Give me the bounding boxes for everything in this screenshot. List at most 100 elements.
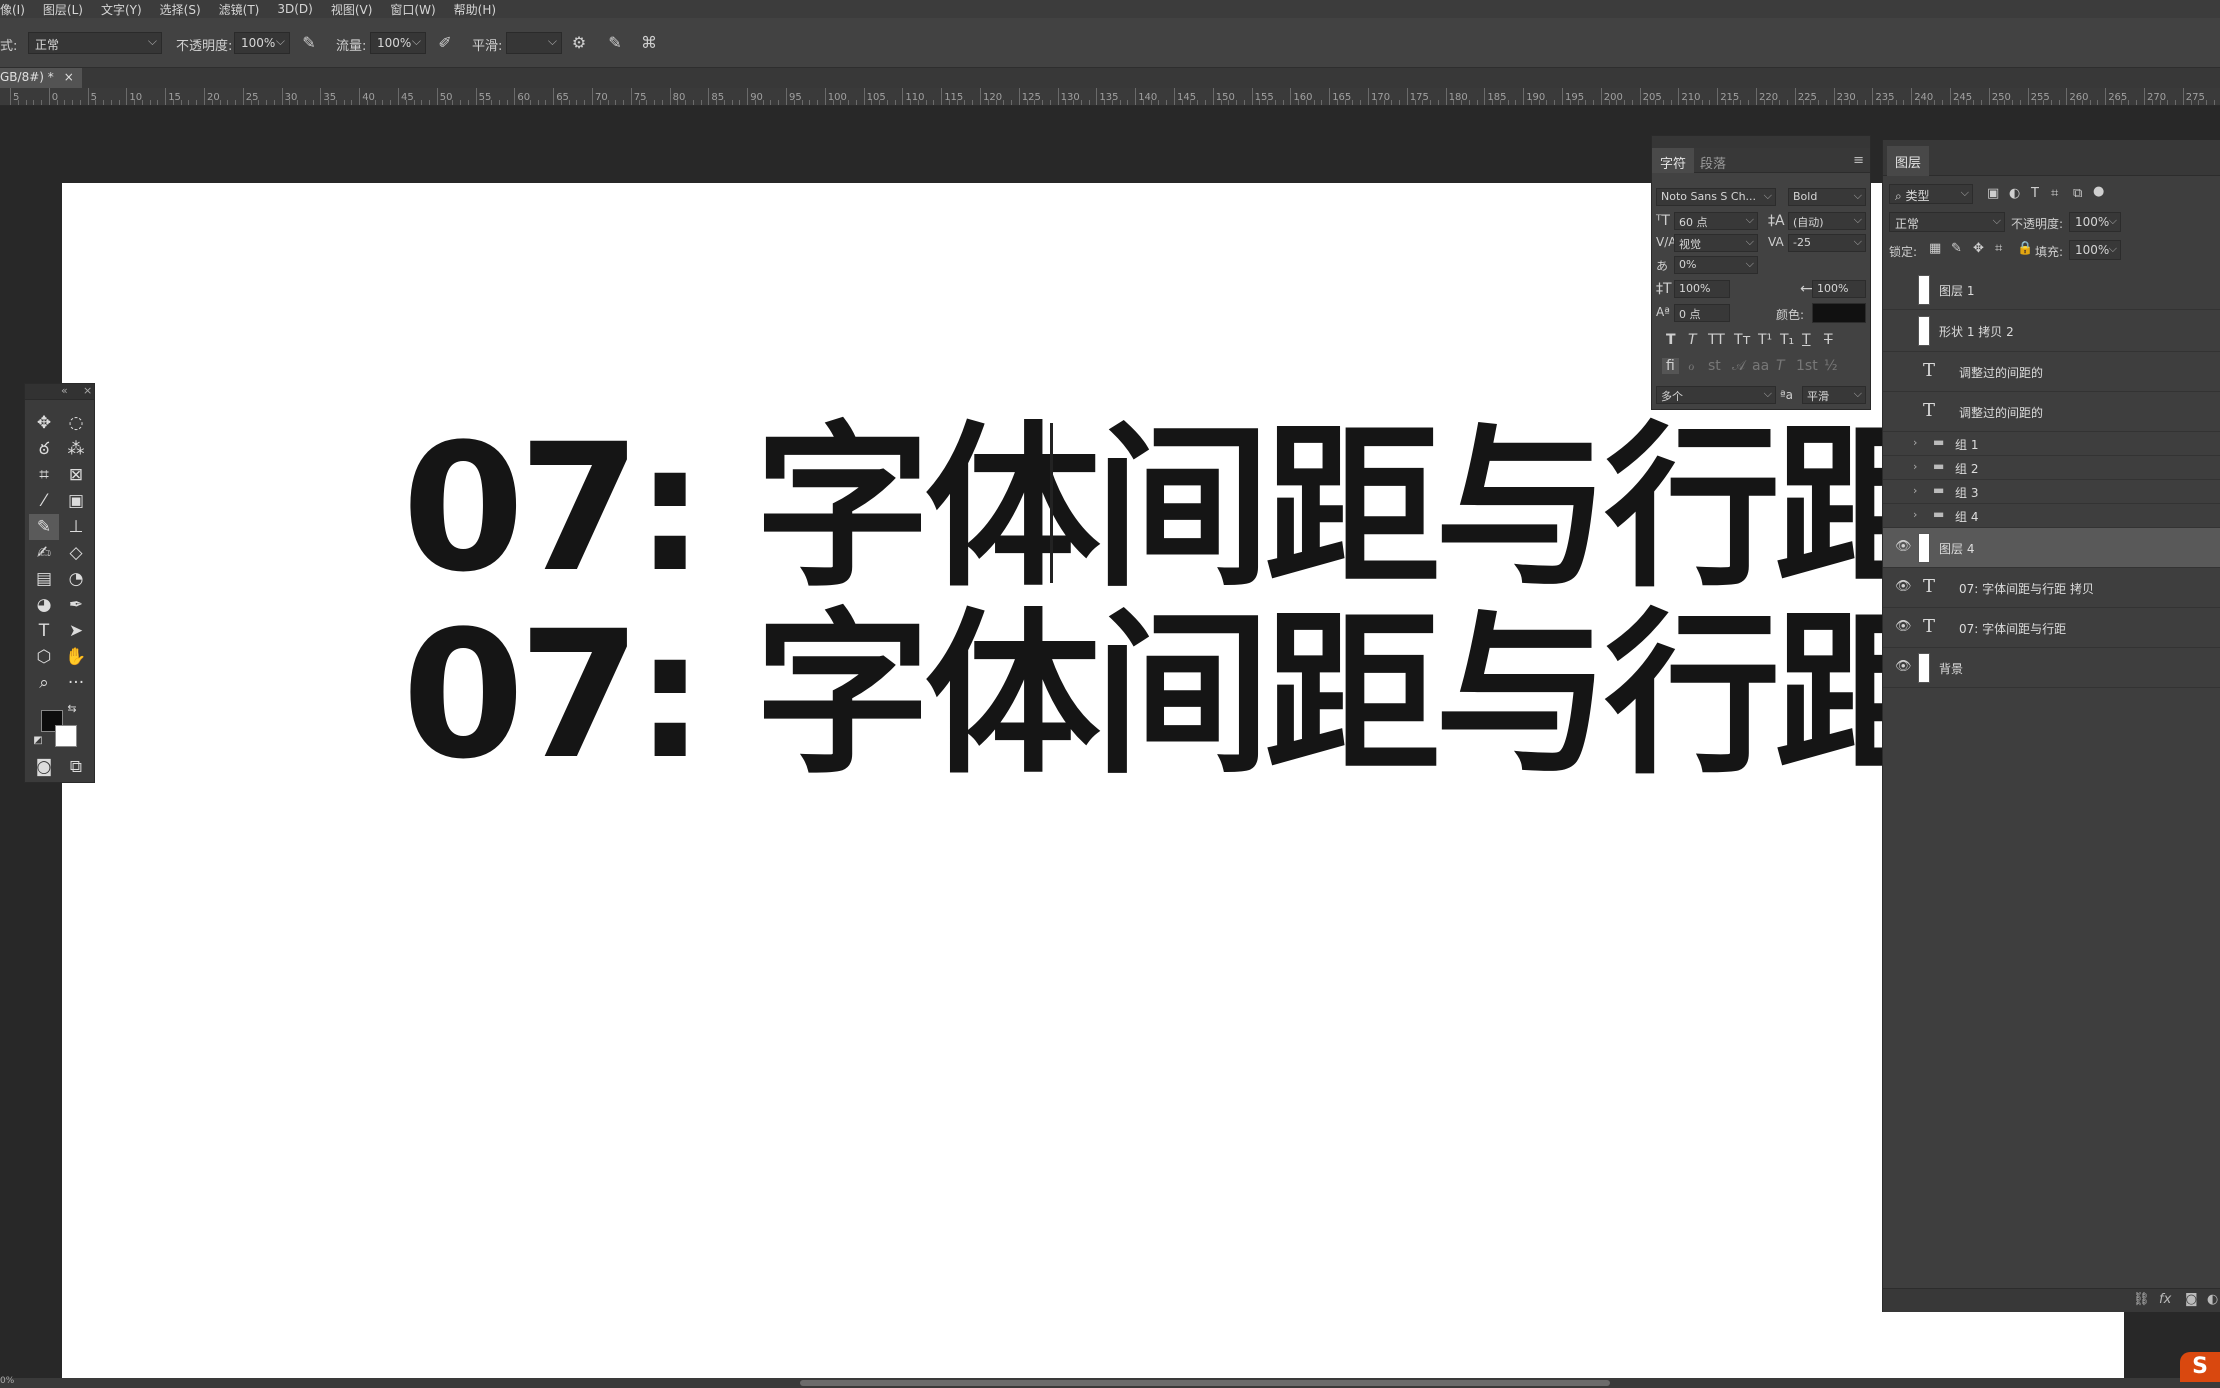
visibility-eye-icon[interactable]: 👁 [1895,619,1912,634]
horizontal-scale-input[interactable]: 100% [1812,280,1866,298]
layer-row[interactable]: › ▬ 组 2 [1883,456,2220,480]
tab-close-icon[interactable]: × [64,70,74,88]
font-family-select[interactable]: Noto Sans S Ch... [1656,188,1776,206]
screen-mode-icon[interactable]: ⧉ [61,754,91,780]
horizontal-scrollbar[interactable] [800,1380,1610,1386]
default-colors-icon[interactable]: ◩ [31,734,45,748]
layer-blend-mode-select[interactable]: 正常 [1889,212,2005,232]
layer-row[interactable]: T 调整过的间距的 [1883,392,2220,432]
strikethrough-icon[interactable]: T [1824,332,1833,348]
ordinals-icon[interactable]: 1st [1796,358,1818,374]
language-select[interactable]: 多个 [1656,386,1776,404]
vertical-scale-input[interactable]: 100% [1674,280,1730,298]
link-layers-icon[interactable]: ⛓ [2133,1292,2150,1307]
layer-row[interactable]: › ▬ 组 4 [1883,504,2220,528]
menu-item[interactable]: 视图(V) [321,1,381,18]
panel-menu-icon[interactable]: ≡ [1853,153,1864,168]
gradient-tool-icon[interactable]: ▤ [29,566,59,592]
fractions-icon[interactable]: ½ [1824,358,1838,374]
lock-pixels-icon[interactable]: ✎ [1951,241,1962,256]
chevron-right-icon[interactable]: › [1913,508,1917,521]
contextual-alternates-icon[interactable]: ℴ [1688,358,1694,374]
filter-adjustment-icon[interactable]: ◐ [2009,186,2020,201]
menu-item[interactable]: 窗口(W) [380,1,443,18]
filter-smart-object-icon[interactable]: ⧉ [2073,186,2082,201]
faux-italic-icon[interactable]: T [1688,332,1697,348]
pen-tool-icon[interactable]: ✒ [61,592,91,618]
zoom-level[interactable]: 0% [0,1376,14,1386]
chevron-right-icon[interactable]: › [1913,460,1917,473]
layer-row[interactable]: 👁 T 07: 字体间距与行距 [1883,608,2220,648]
type-tool-icon[interactable]: T [29,618,59,644]
leading-input[interactable]: (自动) [1788,212,1866,230]
airbrush-icon[interactable]: ✐ [434,33,456,53]
layer-opacity-input[interactable]: 100% [2069,212,2121,232]
shape-tool-icon[interactable]: ⬡ [29,644,59,670]
underline-icon[interactable]: T [1802,332,1811,348]
discretionary-ligatures-icon[interactable]: st [1708,358,1721,374]
tab-layers[interactable]: 图层 [1887,146,1930,176]
more-tools-icon[interactable]: ··· [61,670,91,696]
quick-mask-icon[interactable]: ◙ [29,754,59,780]
swap-colors-icon[interactable]: ⇆ [65,702,79,716]
menu-item[interactable]: 选择(S) [150,1,209,18]
kerning-select[interactable]: 视觉 [1674,234,1758,252]
elliptical-marquee-tool-icon[interactable]: ◌ [61,410,91,436]
baseline-shift-input[interactable]: 0 点 [1674,304,1730,322]
headline-text-2[interactable]: 07: 字体间距与行距 [402,608,1951,784]
layer-filter-select[interactable]: ⌕ 类型 [1889,184,1973,204]
dodge-tool-icon[interactable]: ◕ [29,592,59,618]
magic-wand-tool-icon[interactable]: ⁂ [61,436,91,462]
visibility-eye-icon[interactable]: 👁 [1895,539,1912,554]
blur-tool-icon[interactable]: ◔ [61,566,91,592]
opacity-input[interactable]: 100% [234,32,290,54]
patch-tool-icon[interactable]: ▣ [61,488,91,514]
blend-mode-select[interactable]: 正常 [28,32,162,54]
tracking-select[interactable]: -25 [1788,234,1866,252]
text-color-swatch[interactable] [1812,303,1866,323]
subscript-icon[interactable]: T₁ [1780,332,1794,348]
visibility-eye-icon[interactable]: 👁 [1895,659,1912,674]
flow-input[interactable]: 100% [370,32,426,54]
layer-row[interactable]: 形状 1 拷贝 2 [1883,310,2220,352]
menu-item[interactable]: 像(I) [0,1,33,18]
filter-toggle-icon[interactable]: ● [2093,184,2104,199]
crop-tool-icon[interactable]: ⌗ [29,462,59,488]
layer-row[interactable]: 图层 1 [1883,270,2220,310]
background-color-swatch[interactable] [55,725,77,747]
move-tool-icon[interactable]: ✥ [29,410,59,436]
layer-row[interactable]: 👁 T 07: 字体间距与行距 拷贝 [1883,568,2220,608]
pressure-size-icon[interactable]: ✎ [604,33,626,53]
layer-row[interactable]: 👁 图层 4 [1883,528,2220,568]
faux-bold-icon[interactable]: T [1666,332,1676,348]
headline-text-1[interactable]: 07: 字体间距与行距 [402,421,1951,597]
adjustment-layer-icon[interactable]: ◐ [2207,1292,2218,1307]
tab-character[interactable]: 字符 [1652,148,1695,173]
titling-alternates-icon[interactable]: T [1776,358,1785,374]
chevron-right-icon[interactable]: › [1913,436,1917,449]
hand-tool-icon[interactable]: ✋ [61,644,91,670]
pressure-opacity-icon[interactable]: ✎ [298,33,320,53]
tsume-select[interactable]: 0% [1674,256,1758,274]
filter-pixel-icon[interactable]: ▣ [1987,186,1999,201]
tools-panel-header[interactable]: « × [25,384,94,400]
symmetry-butterfly-icon[interactable]: ⌘ [638,33,660,53]
close-icon[interactable]: × [83,384,92,397]
filter-shape-icon[interactable]: ⌗ [2051,186,2058,201]
font-style-select[interactable]: Bold [1788,188,1866,206]
menu-item[interactable]: 滤镜(T) [209,1,268,18]
character-panel-topbar[interactable] [1652,136,1870,148]
menu-item[interactable]: 帮助(H) [444,1,504,18]
tab-paragraph[interactable]: 段落 [1692,148,1734,173]
settings-gear-icon[interactable]: ⚙ [568,33,590,53]
lock-all-icon[interactable]: 🔒 [2017,241,2033,256]
menu-item[interactable]: 3D(D) [267,2,320,16]
lock-transparent-icon[interactable]: ▦ [1929,241,1941,256]
layer-fill-input[interactable]: 100% [2069,240,2121,260]
eyedropper-tool-icon[interactable]: ⁄ [29,488,59,514]
stylistic-alternates-icon[interactable]: aa [1752,358,1769,374]
smooth-input[interactable] [506,32,562,54]
layer-row[interactable]: › ▬ 组 3 [1883,480,2220,504]
add-mask-icon[interactable]: ◙ [2185,1292,2198,1307]
lock-position-icon[interactable]: ✥ [1973,241,1984,256]
